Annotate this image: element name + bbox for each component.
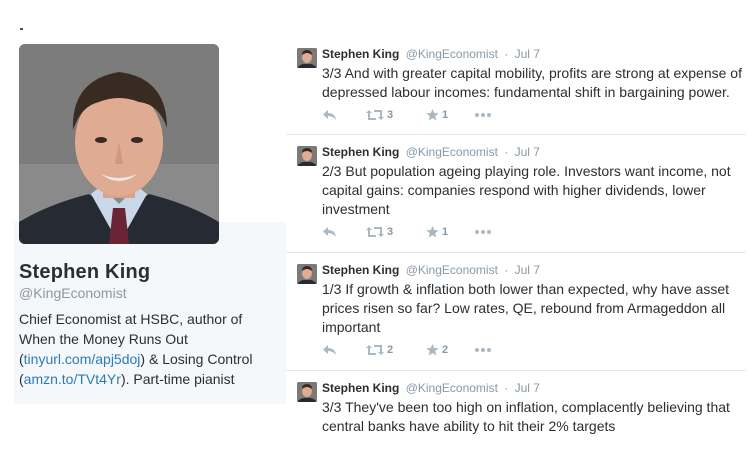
tweet-avatar[interactable]	[297, 48, 317, 68]
bio-line2: When the Money Runs Out	[19, 331, 188, 347]
more-icon	[475, 348, 491, 352]
tweet-text: 3/3 They've been too high on inflation, …	[322, 399, 730, 434]
bio-middle: & Losing Control	[145, 351, 253, 367]
tweet-item[interactable]: Stephen King @KingEconomist · Jul 7 3/3 …	[286, 37, 746, 135]
bio-end: . Part-time pianist	[125, 371, 235, 387]
tweet-avatar[interactable]	[297, 146, 317, 166]
tweet-item[interactable]: Stephen King @KingEconomist · Jul 7 3/3 …	[286, 371, 746, 450]
tweet-separator: ·	[504, 381, 509, 395]
more-button[interactable]	[474, 229, 492, 235]
tweet-header: Stephen King @KingEconomist · Jul 7	[322, 381, 540, 395]
favorite-count: 2	[442, 344, 449, 356]
retweet-count: 3	[387, 109, 394, 121]
tweet-separator: ·	[504, 47, 509, 61]
favorite-button[interactable]: 2	[426, 344, 474, 356]
tweet-avatar[interactable]	[297, 264, 317, 284]
tweet-item[interactable]: Stephen King @KingEconomist · Jul 7 2/3 …	[286, 135, 746, 253]
tweet-actions: 3 1	[322, 224, 492, 240]
stray-mark	[20, 28, 23, 30]
tweet-text: 2/3 But population ageing playing role. …	[322, 163, 731, 217]
tweet-date[interactable]: Jul 7	[515, 381, 540, 395]
tweet-date[interactable]: Jul 7	[515, 145, 540, 159]
retweet-icon	[366, 110, 384, 120]
bio-link-amzn[interactable]: amzn.to/TVt4Yr	[24, 371, 121, 387]
tweet-author-name[interactable]: Stephen King	[322, 263, 399, 277]
reply-button[interactable]	[322, 109, 366, 121]
tweet-text: 1/3 If growth & inflation both lower tha…	[322, 281, 730, 335]
reply-button[interactable]	[322, 344, 366, 356]
tweet-header: Stephen King @KingEconomist · Jul 7	[322, 263, 540, 277]
profile-handle[interactable]: @KingEconomist	[19, 285, 127, 301]
retweet-count: 2	[387, 344, 394, 356]
tweet-header: Stephen King @KingEconomist · Jul 7	[322, 145, 540, 159]
retweet-button[interactable]: 3	[366, 226, 426, 238]
star-icon	[426, 226, 439, 238]
tweet-author-handle[interactable]: @KingEconomist	[406, 47, 498, 61]
tweet-date[interactable]: Jul 7	[515, 263, 540, 277]
tweet-separator: ·	[504, 145, 509, 159]
profile-bio: Chief Economist at HSBC, author of When …	[19, 311, 253, 387]
retweet-count: 3	[387, 226, 394, 238]
bio-line1: Chief Economist at HSBC, author of	[19, 311, 243, 327]
bio-link-tinyurl[interactable]: tinyurl.com/apj5doj	[24, 351, 141, 367]
favorite-button[interactable]: 1	[426, 109, 474, 121]
profile-avatar[interactable]	[19, 44, 219, 244]
tweet-timeline: Stephen King @KingEconomist · Jul 7 3/3 …	[286, 37, 750, 450]
more-icon	[475, 113, 491, 117]
tweet-header: Stephen King @KingEconomist · Jul 7	[322, 47, 540, 61]
more-button[interactable]	[474, 347, 492, 353]
retweet-icon	[366, 345, 384, 355]
tweet-author-handle[interactable]: @KingEconomist	[406, 263, 498, 277]
tweet-author-handle[interactable]: @KingEconomist	[406, 145, 498, 159]
reply-icon	[323, 345, 336, 355]
star-icon	[426, 109, 439, 121]
tweet-item[interactable]: Stephen King @KingEconomist · Jul 7 1/3 …	[286, 253, 746, 371]
tweet-author-handle[interactable]: @KingEconomist	[406, 381, 498, 395]
reply-button[interactable]	[322, 226, 366, 238]
more-button[interactable]	[474, 112, 492, 118]
reply-icon	[323, 110, 336, 120]
tweet-actions: 3 1	[322, 107, 492, 123]
favorite-count: 1	[442, 226, 449, 238]
tweet-actions: 2 2	[322, 342, 492, 358]
tweet-text: 3/3 And with greater capital mobility, p…	[322, 65, 742, 100]
tweet-separator: ·	[504, 263, 509, 277]
reply-icon	[323, 227, 336, 237]
favorite-count: 1	[442, 109, 449, 121]
tweet-date[interactable]: Jul 7	[515, 47, 540, 61]
star-icon	[426, 344, 439, 356]
profile-name[interactable]: Stephen King	[19, 261, 150, 284]
more-icon	[475, 230, 491, 234]
retweet-button[interactable]: 3	[366, 109, 426, 121]
tweet-avatar[interactable]	[297, 382, 317, 402]
favorite-button[interactable]: 1	[426, 226, 474, 238]
tweet-author-name[interactable]: Stephen King	[322, 47, 399, 61]
tweet-author-name[interactable]: Stephen King	[322, 381, 399, 395]
retweet-button[interactable]: 2	[366, 344, 426, 356]
tweet-author-name[interactable]: Stephen King	[322, 145, 399, 159]
retweet-icon	[366, 227, 384, 237]
